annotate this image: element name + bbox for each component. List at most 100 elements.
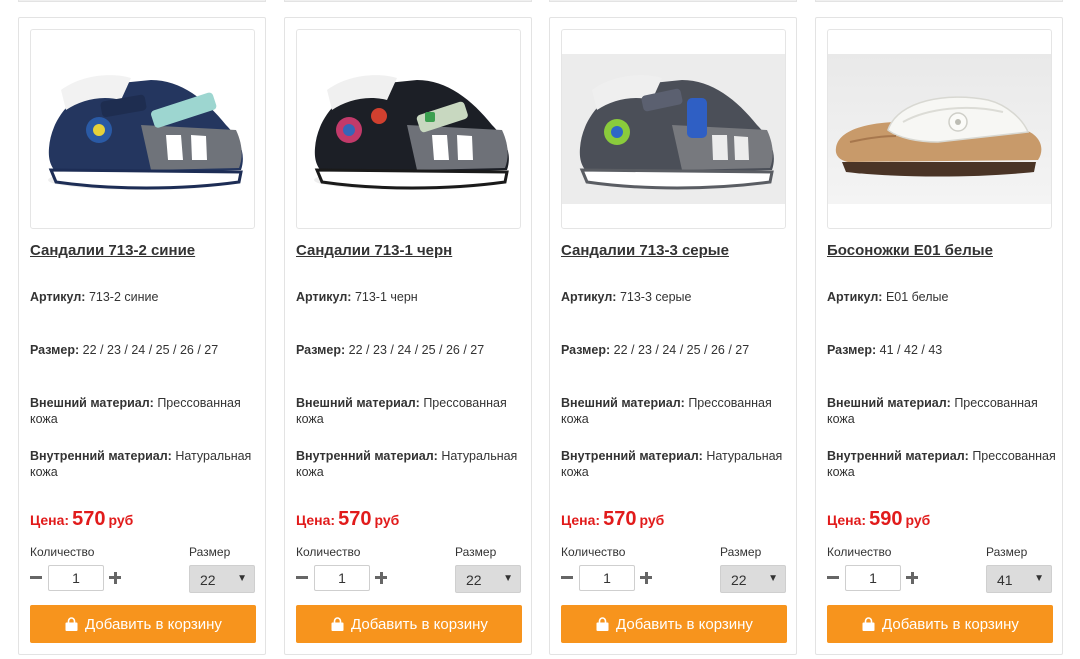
- inner-material-label: Внутренний материал:: [561, 449, 703, 463]
- increase-quantity-button[interactable]: [374, 569, 388, 587]
- decrease-quantity-button[interactable]: [826, 569, 840, 587]
- previous-card-edge: [549, 0, 797, 2]
- quantity-label: Количество: [30, 545, 95, 559]
- size-label: Размер:: [296, 343, 346, 357]
- decrease-quantity-button[interactable]: [29, 569, 43, 587]
- product-image[interactable]: [827, 29, 1052, 229]
- product-card: Сандалии 713-2 синие Артикул: 713-2 сини…: [18, 17, 266, 655]
- size-select[interactable]: 22 ▼: [720, 565, 786, 593]
- product-price: Цена: 570 руб: [296, 508, 399, 531]
- product-sizes: Размер: 22 / 23 / 24 / 25 / 26 / 27: [561, 342, 791, 358]
- previous-card-edge: [284, 0, 532, 2]
- product-image[interactable]: [30, 29, 255, 229]
- size-select[interactable]: 22 ▼: [455, 565, 521, 593]
- product-title[interactable]: Сандалии 713-1 черн: [296, 242, 452, 259]
- size-select-label: Размер: [986, 545, 1028, 559]
- product-outer-material: Внешний материал: Прессованная кожа: [30, 395, 260, 427]
- product-sizes: Размер: 22 / 23 / 24 / 25 / 26 / 27: [296, 342, 526, 358]
- article-value: 713-2 синие: [88, 290, 159, 304]
- product-article: Артикул: 713-1 черн: [296, 289, 526, 305]
- product-outer-material: Внешний материал: Прессованная кожа: [827, 395, 1057, 427]
- size-select-value: 41: [997, 572, 1013, 588]
- chevron-down-icon: ▼: [768, 573, 778, 584]
- shopping-bag-icon: [330, 616, 345, 632]
- size-select-value: 22: [466, 572, 482, 588]
- increase-quantity-button[interactable]: [108, 569, 122, 587]
- add-to-cart-label: Добавить в корзину: [616, 615, 753, 633]
- size-select[interactable]: 41 ▼: [986, 565, 1052, 593]
- quantity-label: Количество: [296, 545, 361, 559]
- add-to-cart-label: Добавить в корзину: [85, 615, 222, 633]
- quantity-input[interactable]: [48, 565, 104, 591]
- quantity-input[interactable]: [314, 565, 370, 591]
- price-currency: руб: [108, 512, 134, 528]
- add-to-cart-button[interactable]: Добавить в корзину: [561, 605, 787, 643]
- price-label: Цена:: [30, 512, 70, 528]
- size-select-label: Размер: [455, 545, 497, 559]
- product-inner-material: Внутренний материал: Натуральная кожа: [561, 448, 791, 480]
- size-label: Размер:: [561, 343, 611, 357]
- chevron-down-icon: ▼: [237, 573, 247, 584]
- product-article: Артикул: Е01 белые: [827, 289, 1057, 305]
- article-value: 713-1 черн: [354, 290, 418, 304]
- gray-sandal-photo: [579, 75, 774, 190]
- outer-material-label: Внешний материал:: [296, 396, 420, 410]
- product-article: Артикул: 713-3 серые: [561, 289, 791, 305]
- shopping-bag-icon: [64, 616, 79, 632]
- navy-sandal-photo: [48, 75, 243, 190]
- price-value: 570: [338, 508, 372, 530]
- add-to-cart-button[interactable]: Добавить в корзину: [296, 605, 522, 643]
- decrease-quantity-button[interactable]: [560, 569, 574, 587]
- sizes-value: 22 / 23 / 24 / 25 / 26 / 27: [82, 343, 219, 357]
- add-to-cart-button[interactable]: Добавить в корзину: [827, 605, 1053, 643]
- quantity-input[interactable]: [579, 565, 635, 591]
- product-price: Цена: 570 руб: [561, 508, 664, 531]
- outer-material-label: Внешний материал:: [827, 396, 951, 410]
- product-card: Сандалии 713-1 черн Артикул: 713-1 черн …: [284, 17, 532, 655]
- article-value: 713-3 серые: [619, 290, 692, 304]
- product-outer-material: Внешний материал: Прессованная кожа: [561, 395, 791, 427]
- outer-material-label: Внешний материал:: [561, 396, 685, 410]
- add-to-cart-label: Добавить в корзину: [351, 615, 488, 633]
- product-title[interactable]: Сандалии 713-2 синие: [30, 242, 195, 259]
- price-label: Цена:: [827, 512, 867, 528]
- product-outer-material: Внешний материал: Прессованная кожа: [296, 395, 526, 427]
- size-select[interactable]: 22 ▼: [189, 565, 255, 593]
- sizes-value: 41 / 42 / 43: [879, 343, 943, 357]
- size-label: Размер:: [30, 343, 80, 357]
- price-value: 590: [869, 508, 903, 530]
- size-label: Размер:: [827, 343, 877, 357]
- previous-card-edge: [815, 0, 1063, 2]
- increase-quantity-button[interactable]: [905, 569, 919, 587]
- product-image[interactable]: [561, 29, 786, 229]
- increase-quantity-button[interactable]: [639, 569, 653, 587]
- size-select-value: 22: [731, 572, 747, 588]
- product-article: Артикул: 713-2 синие: [30, 289, 260, 305]
- decrease-quantity-button[interactable]: [295, 569, 309, 587]
- product-price: Цена: 590 руб: [827, 508, 930, 531]
- quantity-input[interactable]: [845, 565, 901, 591]
- article-label: Артикул:: [296, 290, 352, 304]
- price-label: Цена:: [561, 512, 601, 528]
- sizes-value: 22 / 23 / 24 / 25 / 26 / 27: [613, 343, 750, 357]
- quantity-label: Количество: [561, 545, 626, 559]
- product-title[interactable]: Сандалии 713-3 серые: [561, 242, 729, 259]
- size-select-label: Размер: [189, 545, 231, 559]
- product-card: Сандалии 713-3 серые Артикул: 713-3 серы…: [549, 17, 797, 655]
- product-price: Цена: 570 руб: [30, 508, 133, 531]
- product-image[interactable]: [296, 29, 521, 229]
- price-currency: руб: [374, 512, 400, 528]
- inner-material-label: Внутренний материал:: [296, 449, 438, 463]
- product-sizes: Размер: 22 / 23 / 24 / 25 / 26 / 27: [30, 342, 260, 358]
- chevron-down-icon: ▼: [503, 573, 513, 584]
- product-title[interactable]: Босоножки Е01 белые: [827, 242, 993, 259]
- outer-material-label: Внешний материал:: [30, 396, 154, 410]
- product-inner-material: Внутренний материал: Прессованная кожа: [827, 448, 1057, 480]
- product-card: Босоножки Е01 белые Артикул: Е01 белые Р…: [815, 17, 1063, 655]
- quantity-label: Количество: [827, 545, 892, 559]
- add-to-cart-button[interactable]: Добавить в корзину: [30, 605, 256, 643]
- product-sizes: Размер: 41 / 42 / 43: [827, 342, 1057, 358]
- chevron-down-icon: ▼: [1034, 573, 1044, 584]
- price-currency: руб: [639, 512, 665, 528]
- product-inner-material: Внутренний материал: Натуральная кожа: [296, 448, 526, 480]
